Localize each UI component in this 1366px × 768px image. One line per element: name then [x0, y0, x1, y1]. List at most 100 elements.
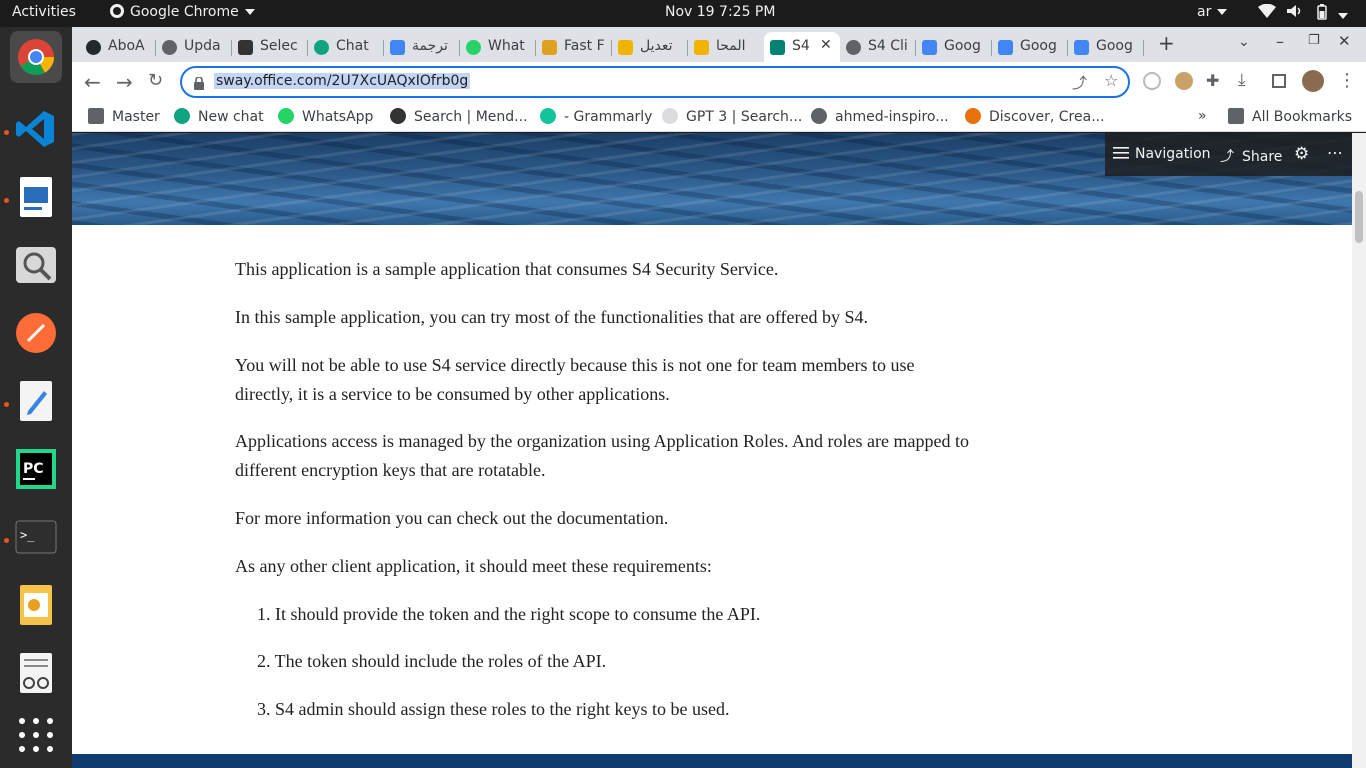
svg-text:>_: >_: [20, 528, 35, 542]
minimize-button[interactable]: –: [1276, 32, 1284, 51]
scrollbar[interactable]: [1352, 133, 1366, 768]
all-bookmarks-button[interactable]: All Bookmarks: [1228, 108, 1352, 125]
download-icon[interactable]: ⤓: [1238, 70, 1246, 90]
github-icon: [86, 40, 101, 55]
bookmark-item[interactable]: WhatsApp: [278, 108, 373, 125]
tab-label: Goog: [944, 38, 981, 54]
forward-button[interactable]: →: [116, 70, 133, 94]
tab[interactable]: Goog: [1068, 32, 1144, 62]
globe-icon: [846, 40, 861, 55]
new-tab-button[interactable]: +: [1158, 31, 1175, 55]
restore-button[interactable]: ❐: [1308, 33, 1320, 48]
whatsapp-icon: [278, 108, 294, 124]
address-bar[interactable]: sway.office.com/2U7XcUAQxIOfrb0g ⤴ ☆: [180, 66, 1130, 98]
site-icon: [238, 40, 253, 55]
tab[interactable]: What: [460, 32, 536, 62]
volume-icon[interactable]: [1286, 4, 1304, 22]
menu-icon[interactable]: ⋮: [1338, 70, 1356, 91]
text-editor-icon[interactable]: [10, 375, 62, 427]
tab-label: Goog: [1020, 38, 1057, 54]
tab[interactable]: AboA: [80, 32, 156, 62]
bookmark-label: Search | Mend...: [414, 109, 528, 125]
paragraph: In this sample application, you can try …: [235, 307, 869, 327]
paragraph: Applications access is managed by the or…: [235, 431, 970, 480]
draw-icon[interactable]: [10, 579, 62, 631]
reload-button[interactable]: ↻: [148, 70, 163, 91]
chrome-small-icon: [110, 4, 124, 18]
url-text[interactable]: sway.office.com/2U7XcUAQxIOfrb0g: [214, 73, 471, 89]
bookmark-label: New chat: [198, 109, 264, 125]
bookmark-star-icon[interactable]: ☆: [1104, 71, 1118, 90]
bookmark-label: - Grammarly: [564, 109, 653, 125]
navigation-label: Navigation: [1135, 146, 1211, 162]
bookmark-item[interactable]: Master: [88, 108, 160, 125]
share-button[interactable]: ⤴ Share: [1220, 146, 1282, 166]
share-icon[interactable]: ⤴: [1072, 72, 1087, 93]
pycharm-icon[interactable]: PC: [10, 443, 62, 495]
show-applications-icon[interactable]: [10, 709, 62, 761]
bookmark-label: Master: [112, 109, 160, 125]
impress-icon[interactable]: [10, 171, 62, 223]
lock-icon[interactable]: [194, 75, 204, 90]
document-viewer-icon[interactable]: [10, 647, 62, 699]
tab-search-icon[interactable]: ⌄: [1238, 34, 1250, 50]
postman-icon[interactable]: [10, 307, 62, 359]
battery-icon[interactable]: [1316, 4, 1349, 24]
site-icon: [694, 40, 709, 55]
tab[interactable]: ترجمة: [384, 32, 460, 62]
chrome-icon[interactable]: [10, 31, 62, 83]
system-top-bar: Activities Google Chrome Nov 19 7:25 PM …: [0, 0, 1366, 27]
navigation-button[interactable]: Navigation: [1113, 146, 1211, 162]
tab[interactable]: المحا: [688, 32, 764, 62]
bookmark-item[interactable]: - Grammarly: [540, 108, 652, 125]
extension-icon[interactable]: [1175, 72, 1193, 90]
bookmark-item[interactable]: GPT 3 | Search...: [662, 108, 802, 125]
settings-gear-icon[interactable]: ⚙: [1294, 144, 1309, 164]
bookmark-item[interactable]: Search | Mend...: [390, 108, 528, 125]
bookmark-label: ahmed-inspiro...: [835, 109, 949, 125]
vscode-icon[interactable]: [10, 103, 62, 155]
translate-icon: [390, 40, 405, 55]
app-menu[interactable]: Google Chrome: [110, 4, 255, 20]
grammarly-icon: [540, 108, 556, 124]
tab-label: Chat: [336, 38, 369, 54]
tab[interactable]: Fast F: [536, 32, 612, 62]
tab[interactable]: S4 Cli: [840, 32, 916, 62]
more-options-icon[interactable]: ⋯: [1327, 143, 1343, 162]
activities-button[interactable]: Activities: [12, 4, 76, 20]
close-icon[interactable]: ✕: [820, 37, 832, 53]
bookmarks-overflow-button[interactable]: »: [1198, 108, 1207, 124]
whatsapp-icon: [466, 40, 481, 55]
close-window-button[interactable]: ✕: [1338, 32, 1351, 50]
wifi-icon[interactable]: [1258, 3, 1276, 22]
tab[interactable]: Goog: [916, 32, 992, 62]
side-panel-icon[interactable]: [1272, 74, 1286, 88]
tab-label: Selec: [260, 38, 298, 54]
tab[interactable]: تعديل: [612, 32, 688, 62]
paragraph: As any other client application, it shou…: [235, 556, 712, 576]
translate-icon: [1074, 40, 1089, 55]
back-button[interactable]: ←: [84, 70, 101, 94]
tab[interactable]: Selec: [232, 32, 308, 62]
bookmark-item[interactable]: Discover, Crea...: [965, 108, 1105, 125]
clock[interactable]: Nov 19 7:25 PM: [665, 4, 775, 20]
puzzle-icon[interactable]: ✚: [1206, 71, 1219, 90]
language-indicator[interactable]: ar: [1197, 4, 1228, 20]
browser-toolbar: ← → ↻ sway.office.com/2U7XcUAQxIOfrb0g ⤴…: [72, 62, 1366, 102]
bookmark-item[interactable]: ahmed-inspiro...: [811, 108, 949, 125]
tab[interactable]: Chat: [308, 32, 384, 62]
running-indicator: [4, 130, 9, 135]
image-viewer-icon[interactable]: [10, 239, 62, 291]
tab[interactable]: Upda: [156, 32, 232, 62]
bookmark-item[interactable]: New chat: [174, 108, 264, 125]
avatar[interactable]: [1302, 70, 1324, 92]
tab-active[interactable]: S4 ✕: [764, 32, 840, 62]
list-item: 3. S4 admin should assign these roles to…: [257, 699, 730, 719]
chevron-down-icon: [1217, 9, 1228, 15]
tab[interactable]: Goog: [992, 32, 1068, 62]
share-icon: ⤴: [1220, 149, 1234, 165]
extension-icon[interactable]: [1143, 72, 1161, 90]
terminal-icon[interactable]: >_: [10, 511, 62, 563]
scrollbar-thumb[interactable]: [1355, 191, 1363, 243]
share-label: Share: [1242, 149, 1283, 165]
